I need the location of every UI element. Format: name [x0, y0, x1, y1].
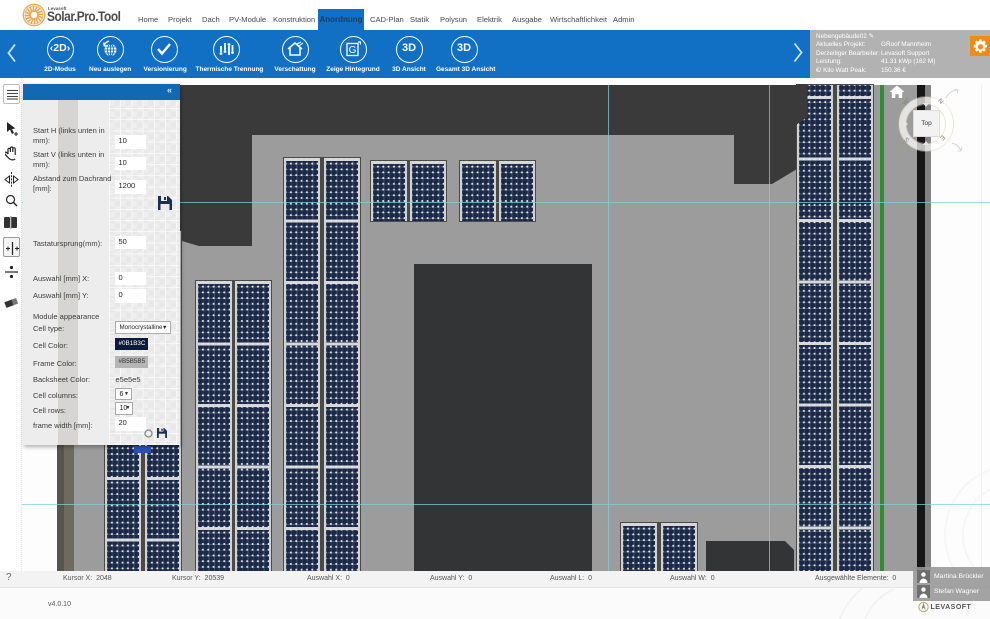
- svg-text:G: G: [348, 45, 356, 56]
